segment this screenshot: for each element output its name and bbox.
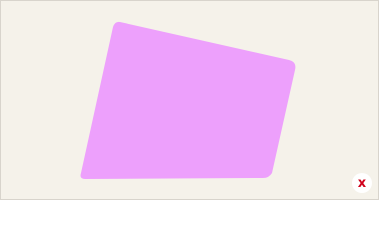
canvas[interactable]: x [0, 0, 379, 200]
shape-layer [80, 21, 296, 179]
polygon-shape[interactable] [80, 21, 296, 179]
close-icon: x [357, 175, 367, 191]
close-button[interactable]: x [352, 173, 372, 193]
